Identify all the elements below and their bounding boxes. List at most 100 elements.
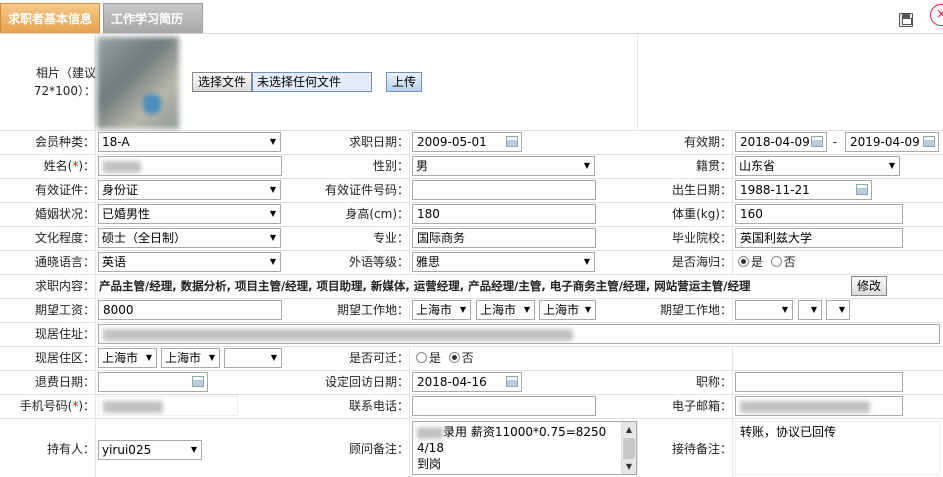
area-select-2[interactable]: 上海市 ▼ xyxy=(161,348,220,368)
height-input[interactable]: 180 xyxy=(412,204,596,224)
revisit-date-input[interactable]: 2018-04-16 xyxy=(412,372,522,392)
title-label: 职称： xyxy=(695,375,732,389)
expected-place-2-select-3[interactable]: ▼ xyxy=(826,300,850,320)
language-level-select[interactable]: 雅思 ▼ xyxy=(412,252,595,272)
expected-place-select-3[interactable]: 上海市 ▼ xyxy=(539,300,596,320)
id-number-input[interactable] xyxy=(412,180,596,200)
job-date-input[interactable]: 2009-05-01 xyxy=(412,132,522,152)
phone-label: 联系电话： xyxy=(348,399,409,413)
form-row: 求职内容： 产品主管/经理, 数据分析, 项目主管/经理, 项目助理, 新媒体,… xyxy=(0,275,943,299)
calendar-icon[interactable] xyxy=(506,136,518,147)
relocate-label: 是否可迁： xyxy=(348,351,409,365)
area-select-3[interactable]: ▼ xyxy=(224,348,282,368)
education-select[interactable]: 硕士（全日制） ▼ xyxy=(98,228,281,248)
native-place-select[interactable]: 山东省 ▼ xyxy=(735,156,900,176)
salary-label: 期望工资： xyxy=(34,303,95,317)
weight-label: 体重(kg)： xyxy=(672,207,732,221)
relocate-yes-radio[interactable] xyxy=(416,352,427,363)
expected-place-2-select-1[interactable]: ▼ xyxy=(735,300,793,320)
title-input[interactable] xyxy=(735,372,903,392)
calendar-icon[interactable] xyxy=(811,136,823,147)
tab-work-study-resume[interactable]: 工作学习简历 xyxy=(103,3,203,33)
advisor-note-scrollbar[interactable]: ▲ ▼ xyxy=(621,422,636,474)
weight-input[interactable]: 160 xyxy=(735,204,903,224)
phone-input[interactable] xyxy=(412,396,596,416)
calendar-icon[interactable] xyxy=(506,376,518,387)
marital-select[interactable]: 已婚男性 ▼ xyxy=(98,204,281,224)
refund-date-label: 退费日期： xyxy=(34,375,95,389)
address-label: 现居住址： xyxy=(34,327,95,341)
address-input[interactable] xyxy=(98,324,940,344)
birth-date-label: 出生日期： xyxy=(671,183,732,197)
calendar-icon[interactable] xyxy=(856,184,868,195)
email-input[interactable] xyxy=(735,396,903,416)
photo-label: 相片（建议72*100）： xyxy=(33,66,96,98)
overseas-no-radio[interactable] xyxy=(770,256,782,267)
reception-note-textarea[interactable]: 转账，协议已回传 xyxy=(735,421,940,475)
job-content-value: 产品主管/经理, 数据分析, 项目主管/经理, 项目助理, 新媒体, 运营经理,… xyxy=(99,279,751,293)
overseas-yes-radio[interactable] xyxy=(738,256,749,267)
save-icon[interactable] xyxy=(899,13,913,27)
id-number-label: 有效证件号码： xyxy=(324,183,409,197)
tab-bar: 求职者基本信息 工作学习简历 × xyxy=(0,0,943,34)
mobile-input[interactable] xyxy=(98,396,238,416)
modify-button[interactable]: 修改 xyxy=(851,276,888,296)
major-label: 专业： xyxy=(372,231,409,245)
id-type-select[interactable]: 身份证 ▼ xyxy=(98,180,281,200)
member-type-select[interactable]: 18-A ▼ xyxy=(98,132,281,152)
advisor-note-textarea[interactable]: 录用 薪资11000*0.75=8250 4/18 到岗 ▲ ▼ xyxy=(412,421,637,475)
validity-separator: - xyxy=(832,135,838,149)
native-place-label: 籍贯： xyxy=(695,159,732,173)
close-icon[interactable]: × xyxy=(930,4,943,26)
form-row: 通晓语言： 英语 ▼ 外语等级： 雅思 ▼ 是否海归： 是 否 xyxy=(0,251,943,275)
gender-label: 性别： xyxy=(372,159,409,173)
education-label: 文化程度： xyxy=(34,231,95,245)
holder-label: 持有人： xyxy=(46,442,95,456)
language-label: 通晓语言： xyxy=(34,255,95,269)
calendar-icon[interactable] xyxy=(923,136,935,147)
form-row: 期望工资： 8000 期望工作地： 上海市 ▼ 上海市 ▼ 上海市 ▼ 期望工作地： … xyxy=(0,299,943,323)
gender-select[interactable]: 男 ▼ xyxy=(412,156,595,176)
overseas-label: 是否海归： xyxy=(671,255,732,269)
relocate-yes-label: 是 xyxy=(429,351,442,365)
calendar-icon[interactable] xyxy=(192,376,204,387)
height-label: 身高(cm)： xyxy=(345,207,409,221)
area-select-1[interactable]: 上海市 ▼ xyxy=(98,348,157,368)
validity-label: 有效期： xyxy=(683,135,732,149)
refund-date-input[interactable] xyxy=(98,372,208,392)
form-row: 现居住区： 上海市 ▼ 上海市 ▼ ▼ 是否可迁： 是 否 xyxy=(0,347,943,371)
name-input[interactable] xyxy=(98,156,282,176)
expected-place-select-2[interactable]: 上海市 ▼ xyxy=(476,300,535,320)
expected-place-2-select-2[interactable]: ▼ xyxy=(798,300,822,320)
id-type-label: 有效证件： xyxy=(34,183,95,197)
form-row: 婚姻状况： 已婚男性 ▼ 身高(cm)： 180 体重(kg)： 160 xyxy=(0,203,943,227)
email-label: 电子邮箱： xyxy=(671,399,732,413)
advisor-note-label: 顾问备注： xyxy=(348,442,409,456)
marital-label: 婚姻状况： xyxy=(34,207,95,221)
validity-to-input[interactable]: 2019-04-09 xyxy=(845,132,939,152)
overseas-no-label: 否 xyxy=(783,255,796,269)
language-select[interactable]: 英语 ▼ xyxy=(98,252,281,272)
expected-place-select-1[interactable]: 上海市 ▼ xyxy=(412,300,471,320)
photo-detail xyxy=(143,94,161,114)
form-row: 会员种类： 18-A ▼ 求职日期： 2009-05-01 有效期： 2018-0… xyxy=(0,131,943,155)
job-date-label: 求职日期： xyxy=(348,135,409,149)
scroll-up-icon[interactable]: ▲ xyxy=(622,422,636,437)
scroll-down-icon[interactable]: ▼ xyxy=(622,459,636,474)
salary-input[interactable]: 8000 xyxy=(98,300,282,320)
major-input[interactable]: 国际商务 xyxy=(412,228,596,248)
choose-file-button[interactable]: 选择文件 xyxy=(192,72,253,92)
holder-select[interactable]: yirui025 ▼ xyxy=(98,440,202,460)
overseas-radio-group: 是 否 xyxy=(738,251,796,273)
overseas-yes-label: 是 xyxy=(751,255,764,269)
school-label: 毕业院校： xyxy=(671,231,732,245)
upload-button[interactable]: 上传 xyxy=(386,72,423,92)
form-row: 姓名(*)： 性别： 男 ▼ 籍贯： 山东省 ▼ xyxy=(0,155,943,179)
relocate-no-radio[interactable] xyxy=(448,352,460,363)
form-row: 退费日期： 设定回访日期： 2018-04-16 职称： xyxy=(0,371,943,395)
revisit-date-label: 设定回访日期： xyxy=(324,375,409,389)
birth-date-input[interactable]: 1988-11-21 xyxy=(735,180,872,200)
tab-basic-info[interactable]: 求职者基本信息 xyxy=(0,3,100,33)
validity-from-input[interactable]: 2018-04-09 xyxy=(735,132,827,152)
school-input[interactable]: 英国利兹大学 xyxy=(735,228,903,248)
